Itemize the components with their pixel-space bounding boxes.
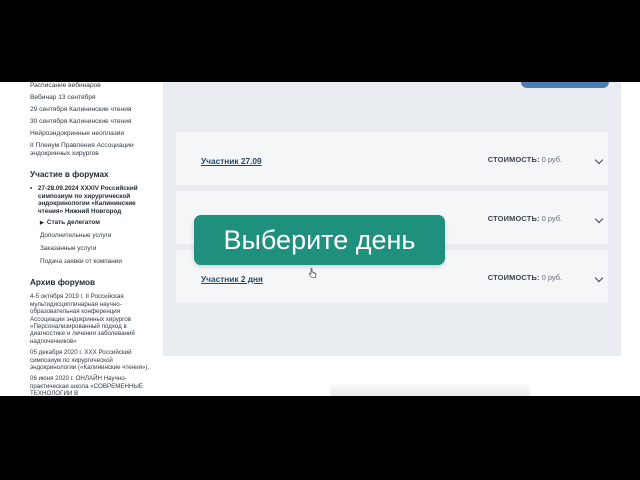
ticket-row[interactable]: Участник 27.09 СТОИМОСТЬ: 0 руб. [176, 132, 608, 185]
ticket-price: СТОИМОСТЬ: 0 руб. [488, 155, 562, 164]
sidebar-link-webinar-schedule[interactable]: Расписание вебинаров [30, 82, 152, 90]
price-value: 0 руб. [541, 155, 562, 164]
archive-item[interactable]: 05 декабря 2020 г. XXX Российский симпоз… [30, 349, 152, 371]
sidebar-link-neoplasia[interactable]: Нейроэндокринные неоплазии [30, 130, 152, 138]
ticket-price: СТОИМОСТЬ: 0 руб. [488, 214, 562, 223]
forum-item-current[interactable]: • 27-28.09.2024 XXXIV Российский симпози… [30, 185, 152, 215]
archive-item[interactable]: 06 июня 2020 г. ОНЛАЙН Научно-практическ… [30, 375, 152, 396]
chevron-down-icon[interactable] [594, 273, 604, 283]
page-screenshot: Расписание вебинаров Вебинар 13 сентября… [0, 82, 640, 396]
archive-item[interactable]: 4-5 октября 2019 г. II Российская мульти… [30, 293, 152, 345]
mouse-cursor-icon [309, 268, 317, 278]
letterbox-top [0, 0, 640, 82]
top-action-button[interactable] [521, 82, 609, 88]
video-frame: Расписание вебинаров Вебинар 13 сентября… [0, 0, 640, 480]
forums-heading: Участие в форумах [30, 170, 109, 179]
sub-item-company-application[interactable]: Подача заявки от компании [40, 258, 152, 266]
price-value: 0 руб. [541, 214, 562, 223]
forum-item-label: 27-28.09.2024 XXXIV Российский симпозиум… [38, 185, 138, 215]
sidebar-link-sep30[interactable]: 30 сентября Калининские чтения [30, 118, 152, 126]
price-label: СТОИМОСТЬ: [487, 155, 540, 164]
sidebar: Расписание вебинаров Вебинар 13 сентября… [26, 82, 152, 396]
sub-item-become-delegate[interactable]: Стать делегатом [40, 219, 152, 227]
letterbox-bottom [0, 396, 640, 480]
bottom-shadow [330, 382, 530, 396]
ticket-price: СТОИМОСТЬ: 0 руб. [488, 273, 562, 282]
bullet-icon: • [30, 185, 33, 192]
chevron-down-icon[interactable] [594, 155, 604, 165]
sub-item-ordered-services[interactable]: Заказанные услуги [40, 245, 152, 253]
archive-heading: Архив форумов [30, 278, 96, 288]
sidebar-link-sep29[interactable]: 29 сентября Калининские чтения [30, 106, 152, 114]
ticket-label[interactable]: Участник 2 дня [201, 274, 263, 284]
overlay-caption: Выберите день [194, 215, 445, 265]
sub-item-additional-services[interactable]: Дополнительные услуги [40, 232, 152, 240]
ticket-label[interactable]: Участник 27.09 [201, 156, 262, 166]
price-value: 0 руб. [541, 273, 562, 282]
sidebar-link-plenum[interactable]: II Пленум Правления Ассоциации эндокринн… [30, 142, 152, 158]
price-label: СТОИМОСТЬ: [487, 214, 540, 223]
sidebar-link-webinar-sep13[interactable]: Вебинар 13 сентября [30, 94, 152, 102]
price-label: СТОИМОСТЬ: [487, 273, 540, 282]
chevron-down-icon[interactable] [594, 214, 604, 224]
